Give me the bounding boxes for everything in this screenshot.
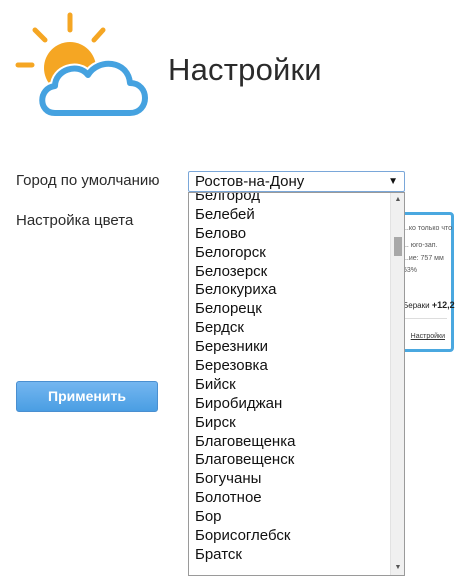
city-dropdown-list[interactable]: Белгород Белебей Белово Белогорск Белозерск Б… xyxy=(188,192,405,576)
apply-button[interactable]: Применить xyxy=(16,381,158,412)
preview-line: ... юго-зап. xyxy=(403,242,438,249)
dropdown-option[interactable]: Бердск xyxy=(189,319,391,338)
scrollbar[interactable]: ▲ ▼ xyxy=(390,193,404,575)
dropdown-arrow-icon: ▼ xyxy=(388,176,398,187)
dropdown-option[interactable]: Братск xyxy=(189,546,391,565)
dropdown-options: Белгород Белебей Белово Белогорск Белозерск Б… xyxy=(189,193,391,565)
page-title: Настройки xyxy=(168,52,322,87)
dropdown-option[interactable]: Белогорск xyxy=(189,244,391,263)
scroll-up-icon[interactable]: ▲ xyxy=(391,193,404,207)
preview-divider xyxy=(399,318,447,319)
preview-temp: Бераки +12,2 xyxy=(403,300,455,310)
preview-line: ...ие: 757 мм xyxy=(403,255,444,262)
preview-settings-link[interactable]: Настройки xyxy=(411,333,445,340)
dropdown-option[interactable]: Белово xyxy=(189,225,391,244)
scrollbar-thumb[interactable] xyxy=(394,237,402,256)
dropdown-option[interactable]: Бирск xyxy=(189,414,391,433)
dropdown-option[interactable]: Болотное xyxy=(189,489,391,508)
scroll-down-icon[interactable]: ▼ xyxy=(391,561,404,575)
dropdown-option[interactable]: Богучаны xyxy=(189,470,391,489)
dropdown-option[interactable]: Белозерск xyxy=(189,263,391,282)
dropdown-option[interactable]: Белебей xyxy=(189,206,391,225)
dropdown-option[interactable]: Березовка xyxy=(189,357,391,376)
preview-city: Бераки xyxy=(403,301,430,310)
dropdown-option[interactable]: Березники xyxy=(189,338,391,357)
sun-cloud-logo xyxy=(15,12,150,118)
dropdown-option[interactable]: Биробиджан xyxy=(189,395,391,414)
dropdown-option[interactable]: Бор xyxy=(189,508,391,527)
dropdown-option[interactable]: Борисоглебск xyxy=(189,527,391,546)
city-label: Город по умолчанию xyxy=(16,172,160,189)
dropdown-option[interactable]: Белорецк xyxy=(189,300,391,319)
dropdown-option[interactable]: Белокуриха xyxy=(189,281,391,300)
preview-value: +12,2 xyxy=(431,300,455,310)
preview-line: 53% xyxy=(403,267,418,274)
dropdown-option[interactable]: Благовещенка xyxy=(189,433,391,452)
preview-line: ...ко только что xyxy=(403,225,453,232)
color-label: Настройка цвета xyxy=(16,212,134,229)
dropdown-option[interactable]: Бийск xyxy=(189,376,391,395)
city-select-value: Ростов-на-Дону xyxy=(195,173,305,190)
dropdown-option[interactable]: Белгород xyxy=(189,193,391,206)
dropdown-option[interactable]: Благовещенск xyxy=(189,451,391,470)
city-select[interactable]: Ростов-на-Дону ▼ xyxy=(188,171,405,192)
